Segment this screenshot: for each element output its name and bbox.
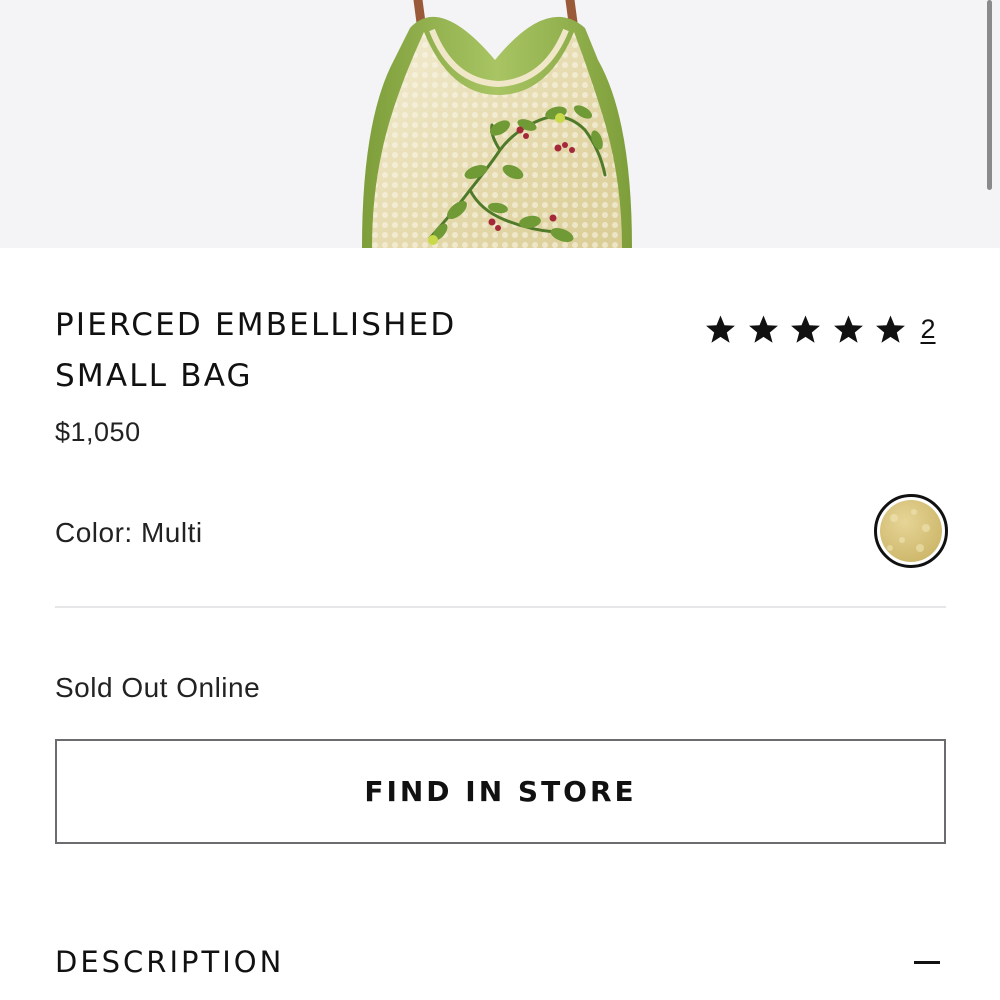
bag-illustration [362, 0, 632, 248]
star-icon [874, 313, 907, 346]
product-title-line-2: SMALL BAG [55, 358, 253, 394]
star-icon [747, 313, 780, 346]
color-swatch-multi[interactable] [874, 494, 948, 568]
product-page: PIERCED EMBELLISHED SMALL BAG 2 $1,050 C… [0, 0, 1000, 1000]
product-title: PIERCED EMBELLISHED SMALL BAG [55, 300, 655, 402]
product-price: $1,050 [55, 417, 141, 447]
star-icon [704, 313, 737, 346]
minus-icon[interactable] [914, 960, 940, 964]
divider [55, 606, 946, 608]
find-in-store-button[interactable]: FIND IN STORE [55, 739, 946, 844]
star-icon [832, 313, 865, 346]
review-count-link[interactable]: 2 [921, 314, 936, 345]
scrollbar[interactable] [987, 0, 992, 190]
star-icon [789, 313, 822, 346]
description-label: DESCRIPTION [55, 945, 285, 979]
swatch-fill [880, 500, 942, 562]
product-title-line-1: PIERCED EMBELLISHED [55, 307, 457, 343]
product-rating[interactable]: 2 [704, 306, 949, 352]
rating-stars [704, 313, 917, 346]
description-accordion-header[interactable]: DESCRIPTION [55, 936, 946, 988]
product-image[interactable] [0, 0, 1000, 248]
color-label: Color: Multi [55, 517, 203, 548]
stock-status: Sold Out Online [55, 672, 261, 703]
